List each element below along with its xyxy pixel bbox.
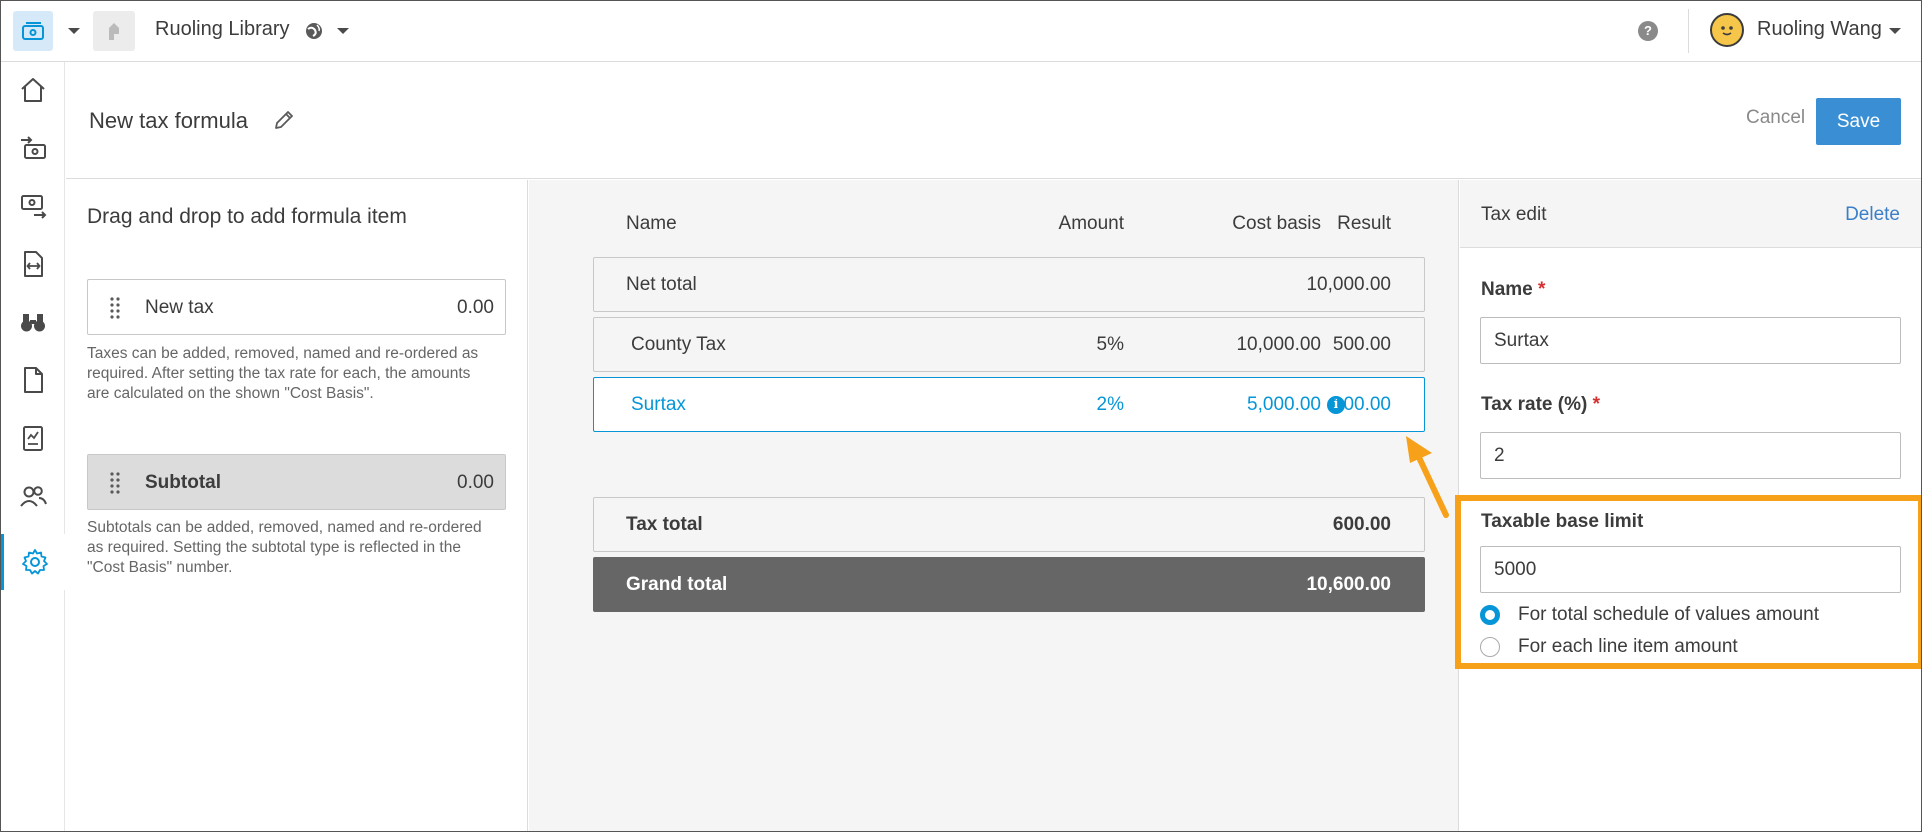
subtotal-draggable-item[interactable]: Subtotal 0.00 — [87, 454, 506, 510]
radio-selected[interactable] — [1480, 605, 1500, 625]
nav-documents[interactable] — [1, 352, 65, 408]
tax-edit-panel: Tax edit Delete Name * Tax rate (%) * Ta… — [1460, 180, 1921, 831]
tax-row-surtax[interactable]: Surtax 2% 5,000.00 i 100.00 — [593, 377, 1425, 432]
incoming-payments-icon — [21, 136, 46, 159]
limit-option-line-item[interactable]: For each line item amount — [1480, 635, 1738, 659]
globe-icon — [306, 23, 322, 39]
avatar-face-icon — [1721, 26, 1733, 36]
taxable-base-limit-label: Taxable base limit — [1481, 511, 1644, 532]
grand-total-row[interactable]: Grand total 10,600.00 — [593, 557, 1425, 612]
outgoing-payments-icon — [21, 195, 47, 219]
formula-builder: Name Amount Cost basis Result Net total … — [529, 180, 1459, 831]
radio-unselected[interactable] — [1480, 637, 1500, 657]
project-name[interactable]: Ruoling Library — [155, 18, 290, 41]
settings-icon — [21, 549, 48, 575]
new-tax-value: 0.00 — [457, 297, 494, 318]
drag-handle-icon[interactable] — [110, 297, 120, 319]
tax-rate-input[interactable] — [1480, 432, 1901, 479]
new-tax-description: Taxes can be added, removed, named and r… — [87, 345, 479, 402]
nav-change-orders[interactable] — [1, 236, 65, 292]
project-logo-icon — [109, 23, 119, 40]
nav-rail — [1, 62, 65, 831]
drag-handle-icon[interactable] — [110, 472, 120, 494]
name-field-label: Name * — [1481, 279, 1546, 300]
page-title: New tax formula — [89, 108, 248, 133]
column-header-amount: Amount — [1058, 213, 1124, 234]
help-icon[interactable]: ? — [1638, 21, 1658, 41]
change-orders-icon — [24, 251, 43, 277]
formula-items-palette: Drag and drop to add formula item New ta… — [66, 180, 528, 831]
tax-rate-field-label: Tax rate (%) * — [1481, 394, 1600, 415]
column-header-name: Name — [626, 213, 677, 234]
nav-members[interactable] — [1, 468, 65, 524]
tax-total-row[interactable]: Tax total 600.00 — [593, 497, 1425, 552]
tax-row-result: 100.00 — [1332, 394, 1391, 415]
grand-total-result: 10,600.00 — [1306, 574, 1391, 595]
limit-option-total[interactable]: For total schedule of values amount — [1480, 603, 1819, 627]
home-icon — [21, 78, 45, 102]
callout-arrow-icon — [1406, 436, 1449, 518]
limit-option-label: For total schedule of values amount — [1518, 604, 1820, 625]
taxable-base-limit-input[interactable] — [1480, 546, 1901, 593]
save-button[interactable]: Save — [1816, 98, 1901, 145]
tax-row-amount: 5% — [1096, 334, 1124, 355]
name-input[interactable] — [1480, 317, 1901, 364]
column-header-result: Result — [1337, 213, 1391, 234]
nav-search[interactable] — [1, 294, 65, 350]
tax-total-result: 600.00 — [1332, 514, 1391, 535]
tax-row-name: Surtax — [631, 394, 686, 415]
required-marker: * — [1592, 394, 1600, 415]
new-tax-draggable-item[interactable]: New tax 0.00 — [87, 279, 506, 335]
people-icon — [20, 486, 47, 507]
project-thumbnail[interactable] — [93, 11, 135, 51]
report-icon — [23, 426, 43, 451]
document-icon — [24, 367, 43, 393]
app-window: Ruoling Library ? Ruoling Wang New tax f… — [0, 0, 1922, 832]
net-total-result: 10,000.00 — [1306, 274, 1391, 295]
binoculars-icon — [21, 314, 45, 332]
net-total-name: Net total — [626, 274, 697, 295]
app-switcher-button[interactable] — [13, 11, 53, 51]
subtotal-value: 0.00 — [457, 472, 494, 493]
limit-option-label: For each line item amount — [1518, 636, 1738, 657]
subtotal-label: Subtotal — [145, 472, 221, 493]
tax-row-result: 500.00 — [1332, 334, 1391, 355]
nav-reports[interactable] — [1, 410, 65, 466]
tax-edit-title: Tax edit — [1481, 204, 1547, 225]
page-header: New tax formula Cancel Save — [66, 62, 1921, 179]
new-tax-label: New tax — [145, 297, 214, 318]
top-bar: Ruoling Library ? Ruoling Wang — [1, 1, 1921, 62]
tax-row-name: County Tax — [631, 334, 726, 355]
net-total-row[interactable]: Net total 10,000.00 — [593, 257, 1425, 312]
tax-total-name: Tax total — [626, 514, 703, 535]
avatar[interactable] — [1710, 13, 1744, 47]
payments-app-icon — [22, 22, 44, 40]
project-chevron-down-icon[interactable] — [337, 28, 349, 34]
required-marker: * — [1538, 279, 1546, 300]
tax-edit-header: Tax edit Delete — [1460, 180, 1921, 248]
nav-outgoing-payments[interactable] — [1, 178, 65, 234]
nav-settings[interactable] — [1, 534, 65, 590]
tax-row-county[interactable]: County Tax 5% 10,000.00 500.00 — [593, 317, 1425, 372]
delete-button[interactable]: Delete — [1845, 204, 1900, 226]
tax-row-amount: 2% — [1096, 394, 1124, 415]
palette-heading: Drag and drop to add formula item — [87, 205, 407, 228]
divider — [1688, 9, 1689, 53]
grand-total-name: Grand total — [626, 574, 728, 595]
edit-pencil-icon[interactable] — [272, 108, 296, 132]
user-name[interactable]: Ruoling Wang — [1757, 18, 1882, 41]
nav-incoming-payments[interactable] — [1, 120, 65, 176]
cancel-button[interactable]: Cancel — [1746, 107, 1805, 129]
app-switcher-chevron-down-icon[interactable] — [68, 28, 80, 34]
subtotal-description: Subtotals can be added, removed, named a… — [87, 519, 482, 576]
user-menu-chevron-down-icon[interactable] — [1889, 28, 1901, 34]
nav-home[interactable] — [1, 62, 65, 118]
